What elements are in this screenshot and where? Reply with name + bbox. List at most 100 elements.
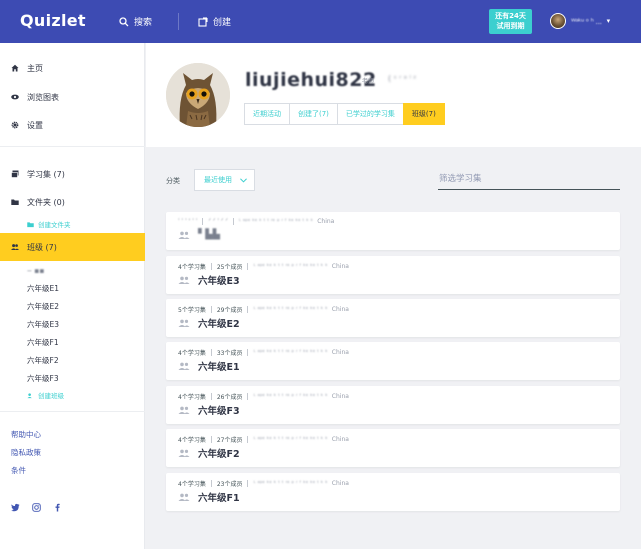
user-menu[interactable]: ᵂᵃᵏᵘ ᵒ ʰ ... ▾	[550, 13, 610, 29]
profile-real-name: ( ˢ ʳ ᵃ ˡ ᶻ	[388, 74, 417, 83]
sidebar-item-label: 浏览图表	[27, 92, 59, 102]
sidebar-class-item[interactable]: 六年级F1	[27, 337, 59, 348]
people-icon	[178, 231, 190, 239]
sidebar-item-home[interactable]: 主页	[0, 57, 145, 79]
sidebar-divider	[0, 146, 145, 147]
class-meta: ˈ ˈ ˈ ' ˈ ˈ ᐟ ᐟ ˈ ᐟ ᐟ ᴸ ᵃᵖᵉ ᵏᵉ ᵏ ᵗ ᵗ ʳᵉ …	[178, 218, 334, 225]
sidebar-item-label: 设置	[27, 120, 43, 130]
class-meta: 4个学习集 25个成员 ᴸ ᵃᵖᵉ ᵏᵉ ᵏ ᵗ ᵗ ʳᵉ ᵖ ʳ ᶠ ᵏᵉ ᵏ…	[178, 262, 349, 271]
sort-value: 最近使用	[204, 176, 232, 184]
sidebar-class-item[interactable]: 六年级E3	[27, 319, 59, 330]
sidebar-class-item[interactable]: 六年级E1	[27, 283, 59, 294]
owl-avatar-image	[166, 63, 230, 127]
class-member-count: 29个成员	[216, 307, 243, 314]
nav-divider	[178, 13, 179, 30]
tab-recent-activity[interactable]: 近期活动	[244, 103, 290, 125]
sidebar-item-progress[interactable]: 浏览图表	[0, 86, 145, 108]
class-set-count: 4个学习集	[178, 481, 206, 488]
people-icon	[11, 244, 19, 250]
create-label: 创建	[213, 18, 232, 28]
class-card[interactable]: 5个学习集 29个成员 ᴸ ᵃᵖᵉ ᵏᵉ ᵏ ᵗ ᵗ ʳᵉ ᵖ ʳ ᶠ ᵏᵉ ᵏ…	[166, 299, 620, 337]
create-folder-link[interactable]: 创建文件夹	[27, 219, 71, 229]
folder-icon	[11, 199, 19, 205]
class-set-count: ˈ ˈ ˈ ' ˈ ˈ	[178, 218, 198, 225]
class-title: 六年级E3	[178, 273, 240, 287]
user-name: ᵂᵃᵏᵘ ᵒ ʰ ...	[571, 16, 602, 26]
sidebar-item-label: 学习集 (7)	[27, 169, 65, 179]
sidebar: 主页 浏览图表 设置 学习集 (7) 文件夹 (0) 创建文件夹 班级 (7) …	[0, 43, 145, 549]
filter-sets-input[interactable]	[438, 168, 620, 190]
people-icon	[178, 493, 190, 501]
sidebar-class-item[interactable]: ‒ ▪▪	[27, 266, 44, 275]
class-name: 六年级F3	[198, 406, 240, 417]
sidebar-class-item[interactable]: 六年级F2	[27, 355, 59, 366]
class-card[interactable]: 4个学习集 27个成员 ᴸ ᵃᵖᵉ ᵏᵉ ᵏ ᵗ ᵗ ʳᵉ ᵖ ʳ ᶠ ᵏᵉ ᵏ…	[166, 429, 620, 467]
class-title: 六年级E1	[178, 359, 240, 373]
sort-dropdown[interactable]: 最近使用	[194, 169, 255, 191]
class-title: 六年级F2	[178, 446, 240, 460]
people-icon	[178, 406, 190, 414]
help-center-link[interactable]: 帮助中心	[11, 429, 41, 440]
class-card[interactable]: ˈ ˈ ˈ ' ˈ ˈ ᐟ ᐟ ˈ ᐟ ᐟ ᴸ ᵃᵖᵉ ᵏᵉ ᵏ ᵗ ᵗ ʳᵉ …	[166, 212, 620, 250]
class-meta: 4个学习集 23个成员 ᴸ ᵃᵖᵉ ᵏᵉ ᵏ ᵗ ᵗ ʳᵉ ᵖ ʳ ᶠ ᵏᵉ ᵏ…	[178, 479, 349, 488]
sidebar-item-classes[interactable]: 班级 (7)	[0, 233, 145, 261]
class-card[interactable]: 4个学习集 23个成员 ᴸ ᵃᵖᵉ ᵏᵉ ᵏ ᵗ ᵗ ʳᵉ ᵖ ʳ ᶠ ᵏᵉ ᵏ…	[166, 473, 620, 511]
class-meta: 4个学习集 26个成员 ᴸ ᵃᵖᵉ ᵏᵉ ᵏ ᵗ ᵗ ʳᵉ ᵖ ʳ ᶠ ᵏᵉ ᵏ…	[178, 392, 349, 401]
twitter-icon[interactable]	[11, 503, 20, 515]
class-card[interactable]: 4个学习集 26个成员 ᴸ ᵃᵖᵉ ᵏᵉ ᵏ ᵗ ᵗ ʳᵉ ᵖ ʳ ᶠ ᵏᵉ ᵏ…	[166, 386, 620, 424]
sidebar-item-study-sets[interactable]: 学习集 (7)	[0, 163, 145, 185]
trial-badge-button[interactable]: 还有24天 试用到期	[489, 9, 532, 34]
sort-label: 分类	[166, 177, 180, 185]
privacy-policy-link[interactable]: 隐私政策	[11, 447, 41, 458]
class-title: ▘▙▙	[178, 229, 220, 240]
cards-icon	[11, 170, 19, 178]
create-button[interactable]: 创建	[198, 15, 231, 28]
class-school: ᴸ ᵃᵖᵉ ᵏᵉ ᵏ ᵗ ᵗ ʳᵉ ᵖ ʳ ᶠ ᵏᵉ ᵏᵉ ᵗ ᵏ ᵏ	[238, 218, 314, 225]
tab-studied-sets[interactable]: 已学过的学习集	[336, 103, 404, 125]
profile-header: liujiehui822 老师 ( ˢ ʳ ᵃ ˡ ᶻ 近期活动 创建了(7) …	[146, 43, 641, 147]
sidebar-item-label: 文件夹 (0)	[27, 197, 65, 207]
class-set-count: 4个学习集	[178, 437, 206, 444]
class-school: ᴸ ᵃᵖᵉ ᵏᵉ ᵏ ᵗ ᵗ ʳᵉ ᵖ ʳ ᶠ ᵏᵉ ᵏᵉ ᵗ ᵏ ᵏ	[253, 349, 328, 356]
terms-link[interactable]: 条件	[11, 465, 26, 476]
profile-tabs: 近期活动 创建了(7) 已学过的学习集 班级(7)	[244, 103, 445, 125]
class-member-count: 26个成员	[216, 394, 243, 401]
avatar	[550, 13, 566, 29]
instagram-icon[interactable]	[32, 503, 41, 515]
class-country: China	[317, 218, 335, 225]
sidebar-class-item[interactable]: 六年级E2	[27, 301, 59, 312]
sidebar-class-item[interactable]: 六年级F3	[27, 373, 59, 384]
profile-avatar	[166, 63, 230, 127]
search-button[interactable]: 搜索	[119, 15, 152, 28]
sidebar-divider	[0, 411, 145, 412]
quizlet-logo[interactable]: Quizlet	[20, 11, 86, 30]
class-card[interactable]: 4个学习集 33个成员 ᴸ ᵃᵖᵉ ᵏᵉ ᵏ ᵗ ᵗ ʳᵉ ᵖ ʳ ᶠ ᵏᵉ ᵏ…	[166, 342, 620, 380]
class-name: 六年级E2	[198, 319, 240, 330]
trial-line-1: 还有24天	[495, 12, 526, 20]
sidebar-item-folders[interactable]: 文件夹 (0)	[0, 191, 145, 213]
sidebar-item-label: 班级 (7)	[27, 242, 57, 252]
people-icon	[178, 319, 190, 327]
class-title: 六年级F3	[178, 403, 240, 417]
facebook-icon[interactable]	[53, 503, 62, 515]
class-meta: 4个学习集 27个成员 ᴸ ᵃᵖᵉ ᵏᵉ ᵏ ᵗ ᵗ ʳᵉ ᵖ ʳ ᶠ ᵏᵉ ᵏ…	[178, 435, 349, 444]
create-icon	[198, 16, 208, 27]
class-card[interactable]: 4个学习集 25个成员 ᴸ ᵃᵖᵉ ᵏᵉ ᵏ ᵗ ᵗ ʳᵉ ᵖ ʳ ᶠ ᵏᵉ ᵏ…	[166, 256, 620, 294]
class-set-count: 4个学习集	[178, 350, 206, 357]
home-icon	[11, 64, 19, 72]
tab-created[interactable]: 创建了(7)	[289, 103, 338, 125]
class-country: China	[331, 349, 349, 356]
class-country: China	[331, 393, 349, 400]
trial-line-2: 试用到期	[496, 22, 525, 30]
class-school: ᴸ ᵃᵖᵉ ᵏᵉ ᵏ ᵗ ᵗ ʳᵉ ᵖ ʳ ᶠ ᵏᵉ ᵏᵉ ᵗ ᵏ ᵏ	[253, 263, 328, 270]
tab-classes[interactable]: 班级(7)	[402, 103, 445, 125]
class-set-count: 4个学习集	[178, 264, 206, 271]
gear-icon	[11, 121, 19, 129]
class-country: China	[331, 263, 349, 270]
chevron-down-icon	[240, 177, 247, 182]
class-name: 六年级E1	[198, 362, 240, 373]
create-class-link[interactable]: 创建班级	[27, 390, 64, 400]
social-links	[11, 503, 62, 515]
sidebar-item-settings[interactable]: 设置	[0, 114, 145, 136]
class-meta: 4个学习集 33个成员 ᴸ ᵃᵖᵉ ᵏᵉ ᵏ ᵗ ᵗ ʳᵉ ᵖ ʳ ᶠ ᵏᵉ ᵏ…	[178, 348, 349, 357]
